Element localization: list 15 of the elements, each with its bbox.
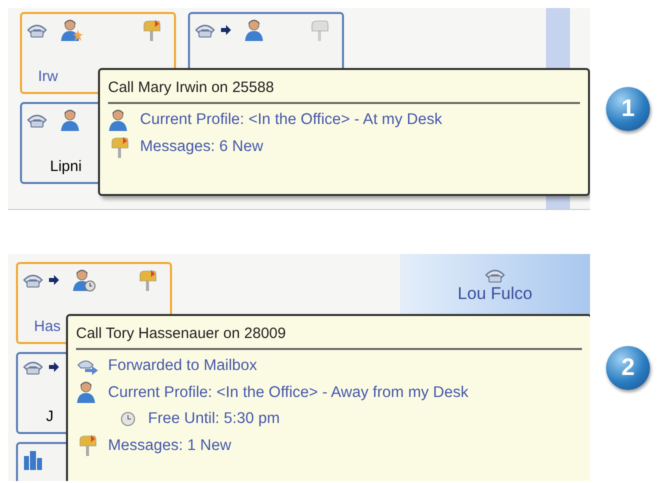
- step-number: 2: [606, 346, 650, 390]
- tooltip-line: Current Profile: <In the Office> - Away from my Desk: [108, 382, 468, 403]
- step-number: 1: [606, 87, 650, 131]
- tooltip-line: Messages: 1 New: [108, 436, 232, 456]
- tooltip-title: Call Tory Hassenauer on 28009: [76, 324, 582, 350]
- contact-name: Lou Fulco: [458, 284, 532, 304]
- contact-name: Lipni: [50, 156, 82, 176]
- tooltip-line: Free Until: 5:30 pm: [148, 409, 280, 430]
- tooltip-title: Call Mary Irwin on 25588: [108, 78, 580, 104]
- contact-name: Irw: [38, 66, 58, 86]
- contact-name: Has: [34, 316, 61, 336]
- tooltip-line: Forwarded to Mailbox: [108, 356, 258, 376]
- tooltip-line: Current Profile: <In the Office> - At my Desk: [140, 110, 442, 130]
- contact-name: J: [46, 406, 54, 426]
- tooltip-line: Messages: 6 New: [140, 137, 264, 157]
